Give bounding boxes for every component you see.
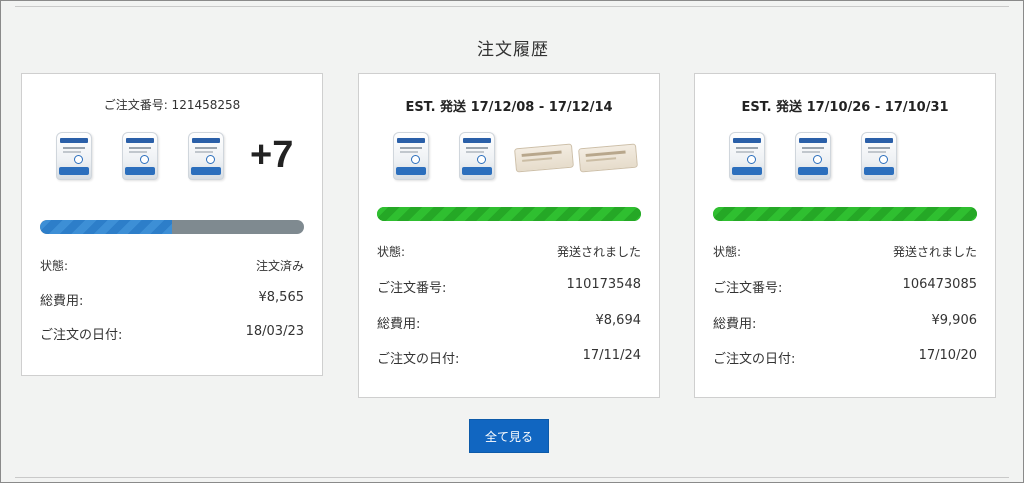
order-date-value: 17/11/24 [582, 348, 641, 363]
order-date-label: ご注文の日付: [40, 328, 123, 343]
order-number-label: ご注文番号: [377, 281, 447, 296]
order-number-value: 106473085 [902, 277, 977, 292]
status-label: 状態: [713, 245, 742, 259]
order-date-label: ご注文の日付: [377, 352, 460, 367]
order-card[interactable]: ご注文番号: 121458258 +7 状態: 注文済み 総費用: ¥8,565… [21, 73, 323, 376]
product-pouch-image [861, 132, 897, 180]
status-label: 状態: [377, 245, 406, 259]
order-progress-bar [713, 207, 977, 221]
total-value: ¥8,694 [595, 313, 642, 328]
order-card[interactable]: EST. 発送 17/12/08 - 17/12/14 状態: 発送されました … [358, 73, 660, 398]
bottom-divider [15, 477, 1009, 478]
product-pouch-image [188, 132, 224, 180]
total-label: 総費用: [377, 317, 421, 332]
product-thumbnails [713, 132, 983, 188]
status-label: 状態: [40, 259, 69, 273]
order-progress-bar [40, 220, 304, 234]
order-date-value: 18/03/23 [245, 324, 304, 339]
order-date-label: ご注文の日付: [713, 352, 796, 367]
order-number-label: ご注文番号: [713, 281, 783, 296]
status-value: 発送されました [556, 245, 641, 259]
progress-fill [40, 220, 172, 234]
product-pouch-image [459, 132, 495, 180]
product-pouch-image [122, 132, 158, 180]
order-history-panel: 注文履歴 ご注文番号: 121458258 +7 状態: 注文済み 総費用: ¥… [0, 0, 1024, 483]
total-value: ¥9,906 [931, 313, 978, 328]
estimated-shipping-header: EST. 発送 17/10/26 - 17/10/31 [741, 100, 949, 115]
order-card[interactable]: EST. 発送 17/10/26 - 17/10/31 状態: 発送されました … [694, 73, 996, 398]
progress-fill [377, 207, 641, 221]
product-pouch-image [393, 132, 429, 180]
total-value: ¥8,565 [258, 290, 305, 305]
status-value: 発送されました [892, 245, 977, 259]
product-thumbnails [377, 132, 647, 188]
total-label: 総費用: [40, 294, 84, 309]
top-divider [15, 6, 1009, 7]
product-bar-image [514, 132, 574, 173]
progress-fill [713, 207, 977, 221]
product-pouch-image [729, 132, 765, 180]
estimated-shipping-header: EST. 発送 17/12/08 - 17/12/14 [405, 100, 613, 115]
order-progress-bar [377, 207, 641, 221]
total-label: 総費用: [713, 317, 757, 332]
product-bar-image [578, 132, 638, 173]
product-pouch-image [56, 132, 92, 180]
view-all-button[interactable]: 全て見る [469, 419, 549, 453]
order-number-value: 110173548 [566, 277, 641, 292]
product-pouch-image [795, 132, 831, 180]
order-date-value: 17/10/20 [918, 348, 977, 363]
section-title: 注文履歴 [477, 40, 549, 60]
more-items-count: +7 [250, 134, 294, 176]
status-value: 注文済み [255, 259, 304, 273]
order-number-header: ご注文番号: 121458258 [103, 98, 241, 112]
